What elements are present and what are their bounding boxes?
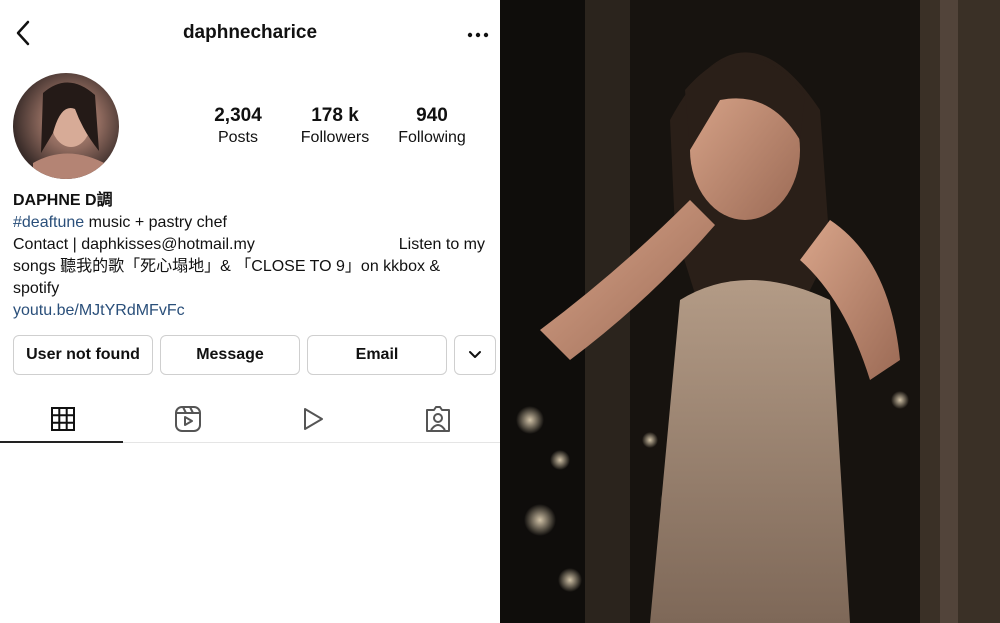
bio-listen: Listen to my: [398, 236, 485, 253]
bio-contact: Contact | daphkisses@hotmail.my: [13, 236, 255, 253]
top-bar: daphnecharice: [0, 0, 500, 70]
tab-posts-grid[interactable]: [0, 395, 125, 443]
profile-actions: User not found Message Email: [13, 335, 496, 375]
display-name: DAPHNE D調: [13, 192, 113, 209]
bio-hashtag[interactable]: #deaftune: [13, 214, 84, 231]
followers-count: 178 k: [311, 105, 359, 126]
portrait-photo: [500, 0, 1000, 623]
posts-count: 2,304: [214, 105, 262, 126]
bio-line-1-text: music + pastry chef: [84, 214, 227, 231]
bio-line-1: #deaftune music + pastry chef: [13, 212, 493, 234]
tagged-icon: [424, 405, 452, 433]
email-button[interactable]: Email: [307, 335, 447, 375]
reels-icon: [174, 405, 202, 433]
chevron-down-icon: [468, 350, 482, 360]
user-not-found-button[interactable]: User not found: [13, 335, 153, 375]
posts-stat[interactable]: 2,304 Posts: [190, 105, 286, 147]
bio-line-2: Contact | daphkisses@hotmail.my Listen t…: [13, 234, 493, 256]
profile-username: daphnecharice: [182, 22, 318, 43]
profile-stats: 2,304 Posts 178 k Followers 940 Followin…: [190, 105, 480, 147]
active-tab-indicator: [0, 441, 123, 443]
followers-stat[interactable]: 178 k Followers: [287, 105, 383, 147]
following-stat[interactable]: 940 Following: [384, 105, 480, 147]
profile-tabs: [0, 395, 500, 443]
bio-line-3: songs 聽我的歌「死心塌地」& 「CLOSE TO 9」on kkbox &: [13, 258, 441, 275]
bio-link[interactable]: youtu.be/MJtYRdMFvFc: [13, 300, 493, 322]
more-options-button[interactable]: [454, 335, 496, 375]
following-count: 940: [416, 105, 448, 126]
tab-videos[interactable]: [250, 395, 375, 443]
tab-tagged[interactable]: [375, 395, 500, 443]
video-play-icon: [300, 406, 326, 432]
profile-avatar[interactable]: [13, 73, 119, 179]
instagram-profile-panel: daphnecharice 2,304 Posts 178 k Follower…: [0, 0, 500, 623]
following-label: Following: [398, 129, 466, 146]
followers-label: Followers: [300, 129, 370, 146]
posts-label: Posts: [217, 129, 258, 146]
grid-icon: [50, 406, 76, 432]
message-button[interactable]: Message: [160, 335, 300, 375]
bio-line-4: spotify: [13, 280, 60, 297]
tab-reels[interactable]: [125, 395, 250, 443]
profile-bio: DAPHNE D調 #deaftune music + pastry chef …: [13, 190, 493, 322]
more-icon[interactable]: [465, 22, 491, 48]
